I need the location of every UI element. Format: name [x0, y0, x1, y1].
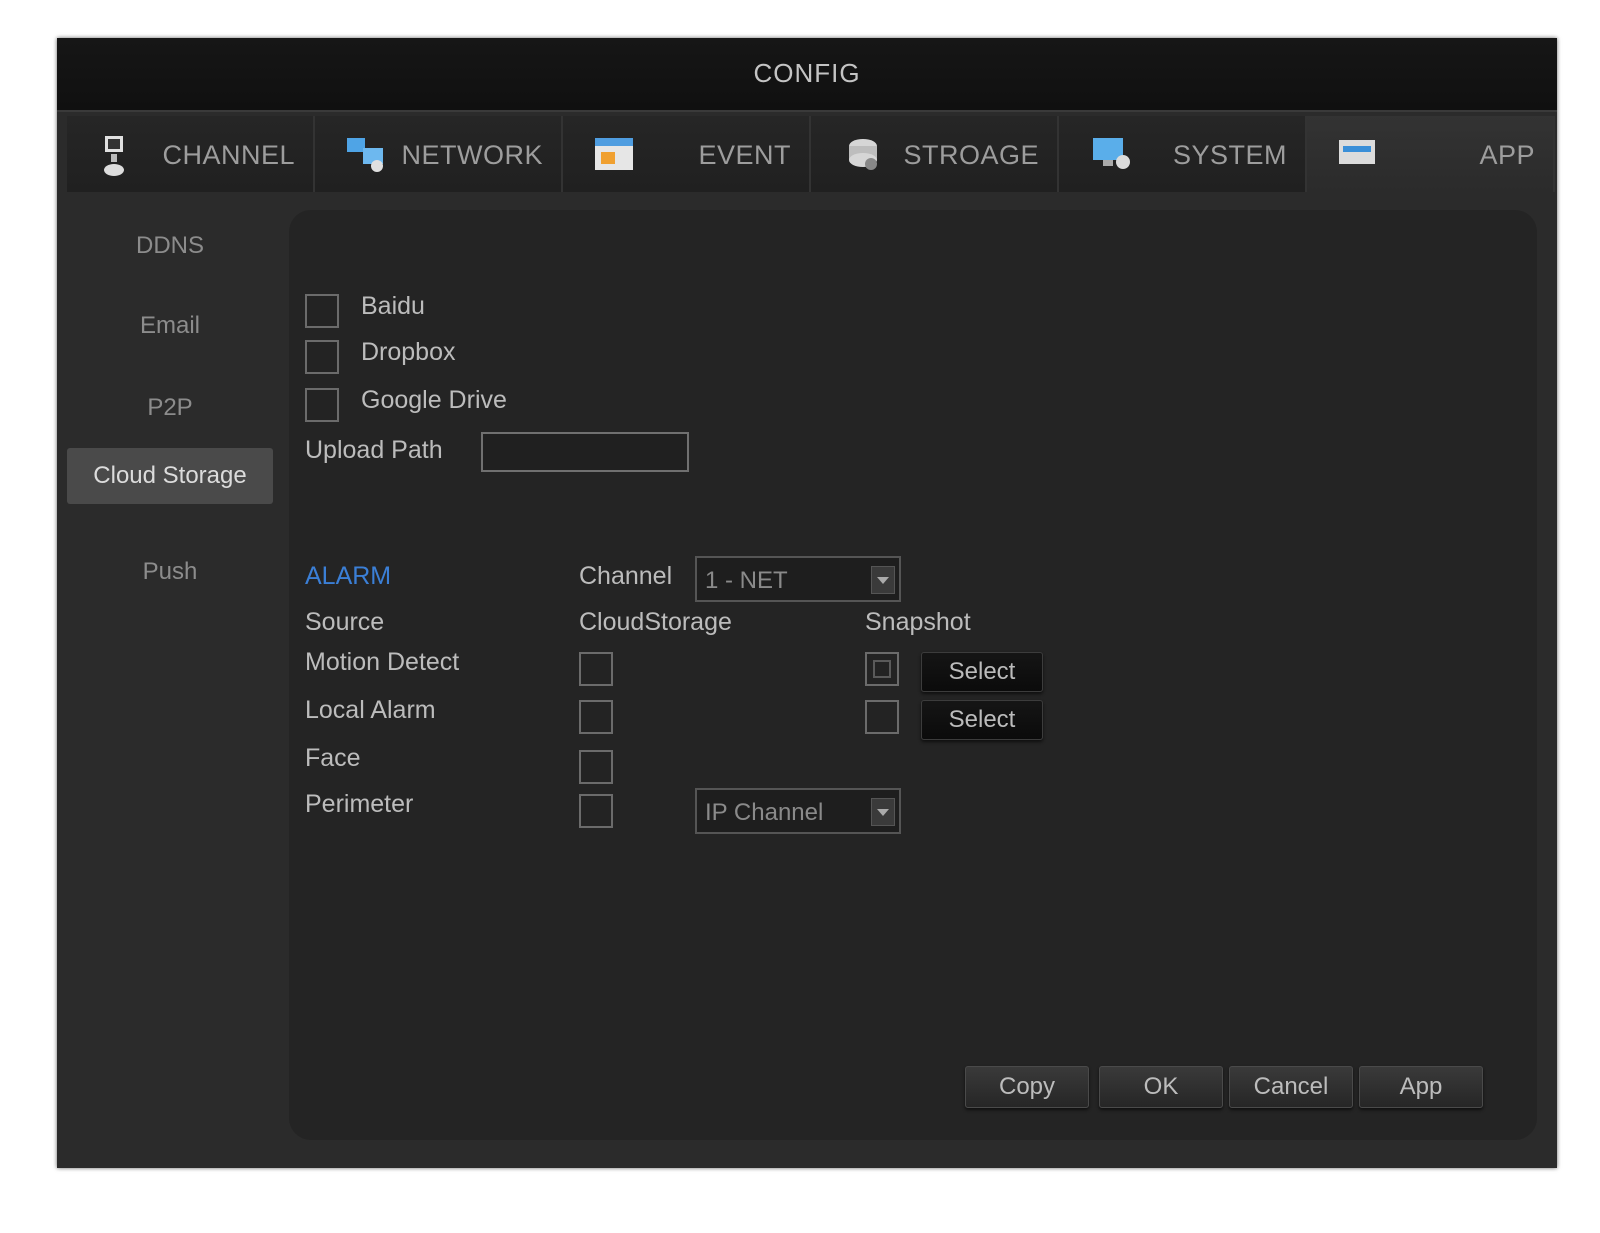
baidu-checkbox[interactable] [305, 294, 339, 328]
tab-label: STROAGE [903, 140, 1039, 170]
sidebar-item-p2p[interactable]: P2P [67, 380, 273, 436]
sidebar-item-cloud-storage[interactable]: Cloud Storage [67, 448, 273, 504]
sidebar: DDNS Email P2P Cloud Storage Push [67, 210, 273, 1150]
google-drive-label: Google Drive [361, 386, 507, 414]
motion-detect-label: Motion Detect [305, 648, 460, 676]
tab-channel[interactable]: CHANNEL [67, 116, 315, 192]
window-title: CONFIG [753, 58, 861, 88]
motion-detect-select-button[interactable]: Select [921, 652, 1043, 692]
tab-network[interactable]: NETWORK [315, 116, 563, 192]
local-alarm-cloud-checkbox[interactable] [579, 700, 613, 734]
ok-button[interactable]: OK [1099, 1066, 1223, 1108]
config-window: CONFIG CHANNEL NETWORK EVENT STROAGE SYS… [57, 38, 1557, 1168]
perimeter-label: Perimeter [305, 790, 414, 818]
chevron-down-icon [871, 566, 895, 594]
upload-path-label: Upload Path [305, 436, 443, 464]
cloud-storage-panel: Baidu Dropbox Google Drive Upload Path A… [289, 210, 1537, 1140]
channel-select-value: 1 - NET [705, 567, 788, 594]
tab-label: CHANNEL [162, 140, 295, 170]
sidebar-item-push[interactable]: Push [67, 544, 273, 600]
snapshot-column-header: Snapshot [865, 608, 971, 636]
copy-button[interactable]: Copy [965, 1066, 1089, 1108]
face-cloud-checkbox[interactable] [579, 750, 613, 784]
dropbox-checkbox[interactable] [305, 340, 339, 374]
alarm-heading: ALARM [305, 562, 392, 590]
motion-detect-snapshot-checkbox[interactable] [865, 652, 899, 686]
tab-event[interactable]: EVENT [563, 116, 811, 192]
sidebar-item-email[interactable]: Email [67, 298, 273, 354]
main-tab-bar: CHANNEL NETWORK EVENT STROAGE SYSTEM APP [67, 116, 1557, 192]
event-icon [593, 134, 633, 174]
tab-label: APP [1479, 140, 1535, 170]
chevron-down-icon [871, 798, 895, 826]
network-icon [345, 134, 385, 174]
tab-label: SYSTEM [1172, 140, 1287, 170]
sidebar-item-ddns[interactable]: DDNS [67, 218, 273, 274]
storage-icon [841, 134, 881, 174]
camera-icon [97, 134, 137, 176]
tab-app[interactable]: APP [1307, 116, 1555, 192]
perimeter-select-value: IP Channel [705, 799, 824, 826]
perimeter-channel-select[interactable]: IP Channel [695, 788, 901, 834]
tab-label: EVENT [698, 140, 791, 170]
cancel-button[interactable]: Cancel [1229, 1066, 1353, 1108]
system-icon [1089, 134, 1130, 174]
local-alarm-snapshot-checkbox[interactable] [865, 700, 899, 734]
tab-storage[interactable]: STROAGE [811, 116, 1059, 192]
face-label: Face [305, 744, 361, 772]
apply-button[interactable]: App [1359, 1066, 1483, 1108]
source-column-header: Source [305, 608, 385, 636]
tab-system[interactable]: SYSTEM [1059, 116, 1307, 192]
channel-label: Channel [579, 562, 673, 590]
dropbox-label: Dropbox [361, 338, 456, 366]
perimeter-cloud-checkbox[interactable] [579, 794, 613, 828]
baidu-label: Baidu [361, 292, 425, 320]
tab-label: NETWORK [401, 140, 543, 170]
cloudstorage-column-header: CloudStorage [579, 608, 732, 636]
title-bar: CONFIG [57, 38, 1557, 112]
local-alarm-select-button[interactable]: Select [921, 700, 1043, 740]
motion-detect-cloud-checkbox[interactable] [579, 652, 613, 686]
local-alarm-label: Local Alarm [305, 696, 436, 724]
app-icon [1337, 134, 1377, 174]
google-drive-checkbox[interactable] [305, 388, 339, 422]
channel-select[interactable]: 1 - NET [695, 556, 901, 602]
upload-path-input[interactable] [481, 432, 689, 472]
